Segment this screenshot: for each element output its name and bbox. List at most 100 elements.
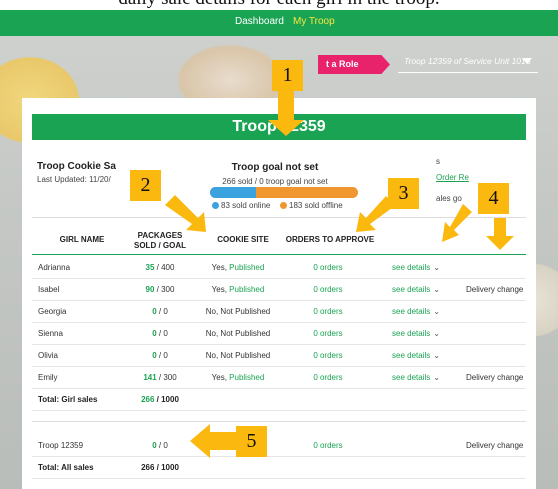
sold-value: 141	[143, 373, 157, 382]
orders-link[interactable]: 0 orders	[278, 307, 378, 316]
table-row: Isabel 90 / 300 Yes, Published 0 orders …	[32, 279, 526, 301]
goal-value: / 0	[156, 307, 168, 316]
packages: 0 / 0	[130, 351, 190, 360]
legend-offline-label: 183 sold offline	[289, 201, 343, 210]
select-role-button[interactable]: t a Role	[318, 55, 390, 74]
table-row: Adrianna 35 / 400 Yes, Published 0 order…	[32, 257, 526, 279]
header-packages-line1: PACKAGES	[137, 231, 183, 240]
see-details-button[interactable]: see details ⌄	[392, 263, 440, 272]
site-prefix: No, Not Published	[205, 351, 271, 360]
nav-my-troop-link[interactable]: My Troop	[293, 16, 335, 27]
header-orders: ORDERS TO APPROVE	[285, 235, 375, 244]
nav-dashboard-link[interactable]: Dashboard	[235, 16, 284, 27]
packages: 141 / 300	[130, 373, 190, 382]
see-details-label: see details	[392, 285, 431, 294]
see-details-button[interactable]: see details ⌄	[392, 351, 440, 360]
order-link[interactable]: Order Re	[436, 173, 469, 182]
goal-value: / 300	[154, 285, 175, 294]
see-details-button[interactable]: see details ⌄	[392, 373, 440, 382]
site-prefix: No, Not Published	[205, 329, 271, 338]
troop-banner: Troop 12359	[32, 114, 526, 140]
see-details-button[interactable]: see details ⌄	[392, 329, 440, 338]
total-girl-sales-row: Total: Girl sales 266 / 1000	[32, 389, 526, 411]
troop-name: Troop 12359	[38, 441, 84, 450]
summary-title: Troop Cookie Sa	[37, 161, 116, 172]
see-details-label: see details	[392, 373, 431, 382]
header-girl-name: GIRL NAME	[59, 235, 105, 244]
table-row: Olivia 0 / 0 No, Not Published 0 orders …	[32, 345, 526, 367]
see-details-label: see details	[392, 307, 431, 316]
see-details-button[interactable]: see details ⌄	[392, 285, 440, 294]
table-row: Georgia 0 / 0 No, Not Published 0 orders…	[32, 301, 526, 323]
sold-value: 266	[141, 395, 155, 404]
site-prefix: Yes,	[211, 373, 230, 382]
total-packages: 266 / 1000	[130, 395, 190, 404]
dropdown-caret-icon	[522, 58, 532, 64]
goal-title: Troop goal not set	[231, 162, 319, 173]
orders-link[interactable]: 0 orders	[278, 441, 378, 450]
total-label: Total: All sales	[38, 463, 94, 472]
caption: daily sale details for each girl in the …	[0, 0, 558, 10]
girl-name: Isabel	[38, 285, 60, 294]
legend-online: 83 sold online	[212, 201, 270, 210]
callout-3: 3	[388, 178, 419, 209]
packages: 0 / 0	[130, 441, 190, 450]
troop-select[interactable]: Troop 12359 of Service Unit 1016	[398, 49, 538, 73]
header-packages: PACKAGES SOLD / GOAL	[130, 231, 190, 251]
goal-value: / 0	[156, 441, 168, 450]
delivery-change: Delivery change	[466, 373, 524, 382]
troop-row: Troop 12359 0 / 0 0 orders Delivery chan…	[32, 435, 526, 457]
table-row: Emily 141 / 300 Yes, Published 0 orders …	[32, 367, 526, 389]
sales-goal-fragment: ales go	[436, 194, 462, 203]
last-updated: Last Updated: 11/20/	[37, 175, 111, 184]
site-status-link[interactable]: Published	[229, 263, 264, 272]
packages: 0 / 0	[130, 329, 190, 338]
goal-value: / 1000	[154, 395, 179, 404]
see-details-label: see details	[392, 329, 431, 338]
orders-link[interactable]: 0 orders	[278, 263, 378, 272]
chevron-down-icon: ⌄	[433, 329, 440, 338]
see-details-button[interactable]: see details ⌄	[392, 307, 440, 316]
orders-link[interactable]: 0 orders	[278, 373, 378, 382]
legend-online-label: 83 sold online	[221, 201, 271, 210]
girl-name: Georgia	[38, 307, 67, 316]
chevron-down-icon: ⌄	[433, 263, 440, 272]
legend-offline: 183 sold offline	[280, 201, 343, 210]
orders-link[interactable]: 0 orders	[278, 329, 378, 338]
site-status-link[interactable]: Published	[229, 285, 264, 294]
goal-progress-bar	[210, 187, 358, 198]
girl-name: Sienna	[38, 329, 63, 338]
goal-value: / 0	[156, 351, 168, 360]
header-packages-line2: SOLD / GOAL	[134, 241, 186, 250]
goal-value: / 300	[156, 373, 177, 382]
site-status-link[interactable]: Published	[229, 373, 264, 382]
packages: 35 / 400	[130, 263, 190, 272]
online-dot-icon	[212, 202, 219, 209]
orders-link[interactable]: 0 orders	[278, 285, 378, 294]
site-prefix: No, Not Published	[205, 307, 271, 316]
right-fragment: s	[436, 157, 440, 166]
top-nav: Dashboard My Troop	[0, 10, 558, 36]
see-details-label: see details	[392, 263, 431, 272]
see-details-label: see details	[392, 351, 431, 360]
cookie-site: No, Not Published	[198, 307, 278, 316]
divider	[32, 421, 526, 422]
table-row: Sienna 0 / 0 No, Not Published 0 orders …	[32, 323, 526, 345]
offline-dot-icon	[280, 202, 287, 209]
cookie-site: Yes, Published	[198, 373, 278, 382]
delivery-change: Delivery change	[466, 441, 524, 450]
caption-text: daily sale details for each girl in the …	[0, 0, 558, 10]
cookie-site: Yes, Published	[198, 285, 278, 294]
callout-2: 2	[130, 170, 161, 201]
chevron-down-icon: ⌄	[433, 285, 440, 294]
girl-name: Emily	[38, 373, 58, 382]
total-all-sales-row: Total: All sales 266 / 1000	[32, 457, 526, 479]
troop-select-value: Troop 12359 of Service Unit 1016	[404, 56, 531, 66]
chevron-down-icon: ⌄	[433, 351, 440, 360]
header-cookie-site: COOKIE SITE	[217, 235, 269, 244]
goal-value: / 400	[154, 263, 175, 272]
online-sales-fill	[210, 187, 257, 198]
orders-link[interactable]: 0 orders	[278, 351, 378, 360]
total-packages: 266 / 1000	[141, 463, 179, 472]
divider	[32, 217, 526, 218]
